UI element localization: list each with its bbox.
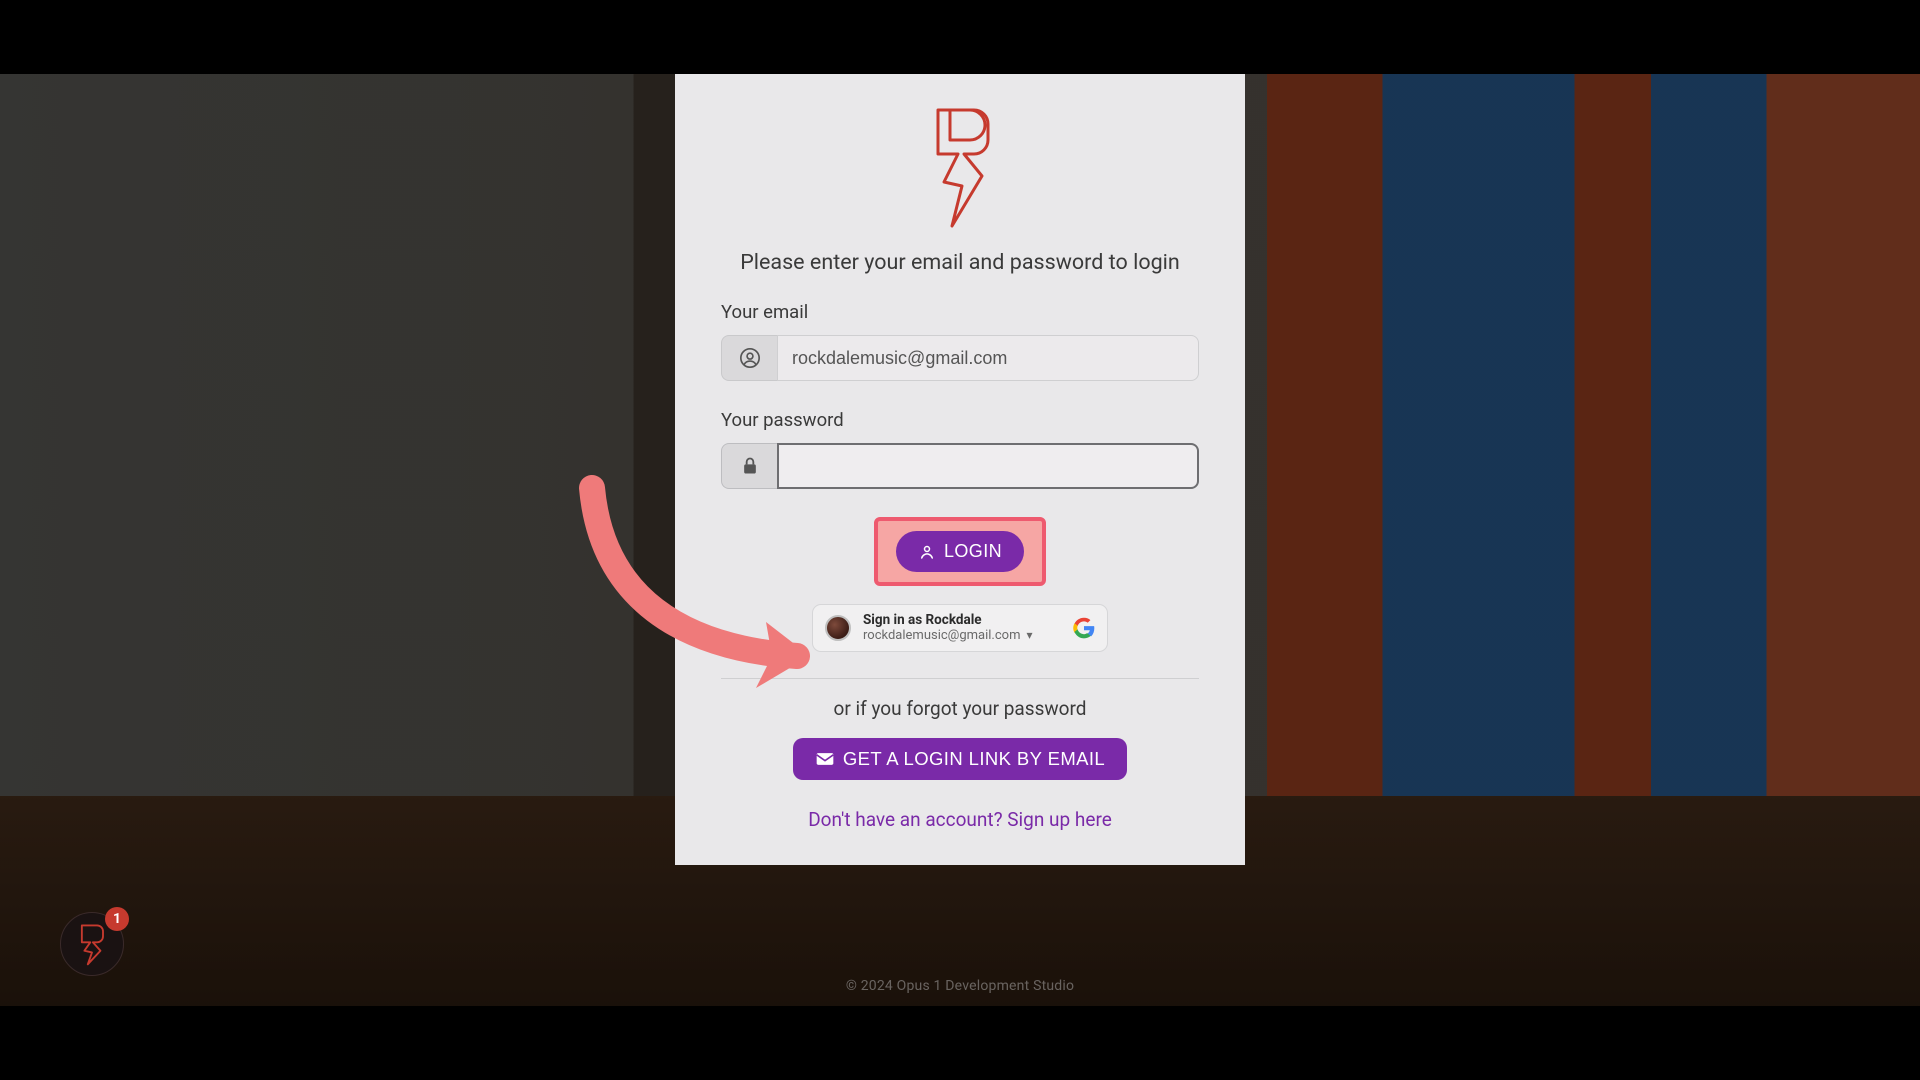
r-lightning-logo-icon [920,104,1000,232]
r-lightning-mini-icon [75,922,109,966]
lock-icon [721,443,777,489]
login-button-label: LOGIN [944,541,1002,562]
login-subtitle: Please enter your email and password to … [721,250,1199,275]
password-label: Your password [721,409,1199,431]
email-label: Your email [721,301,1199,323]
google-line2: rockdalemusic@gmail.com [863,629,1020,644]
google-g-icon [1073,617,1095,639]
google-line1: Sign in as Rockdale [863,613,1061,629]
avatar [825,615,851,641]
user-circle-icon [721,335,777,381]
notification-badge: 1 [105,907,129,931]
google-signin-chip[interactable]: Sign in as Rockdale rockdalemusic@gmail.… [812,604,1108,652]
email-input[interactable] [777,335,1199,381]
login-button[interactable]: LOGIN [896,531,1024,572]
email-link-button-label: GET A LOGIN LINK BY EMAIL [843,748,1105,770]
password-input[interactable] [777,443,1199,489]
envelope-icon [815,751,835,767]
chevron-down-icon: ▾ [1026,629,1032,643]
corner-app-badge[interactable]: 1 [60,912,124,976]
signup-link[interactable]: Don't have an account? Sign up here [721,808,1199,831]
login-button-highlight: LOGIN [874,517,1046,586]
forgot-password-text: or if you forgot your password [721,697,1199,720]
divider [721,678,1199,679]
email-link-button[interactable]: GET A LOGIN LINK BY EMAIL [793,738,1127,780]
background-photo: Please enter your email and password to … [0,74,1920,1006]
email-input-group [721,335,1199,381]
brand-logo [721,98,1199,250]
person-icon [918,543,936,561]
password-input-group [721,443,1199,489]
login-card: Please enter your email and password to … [675,74,1245,865]
